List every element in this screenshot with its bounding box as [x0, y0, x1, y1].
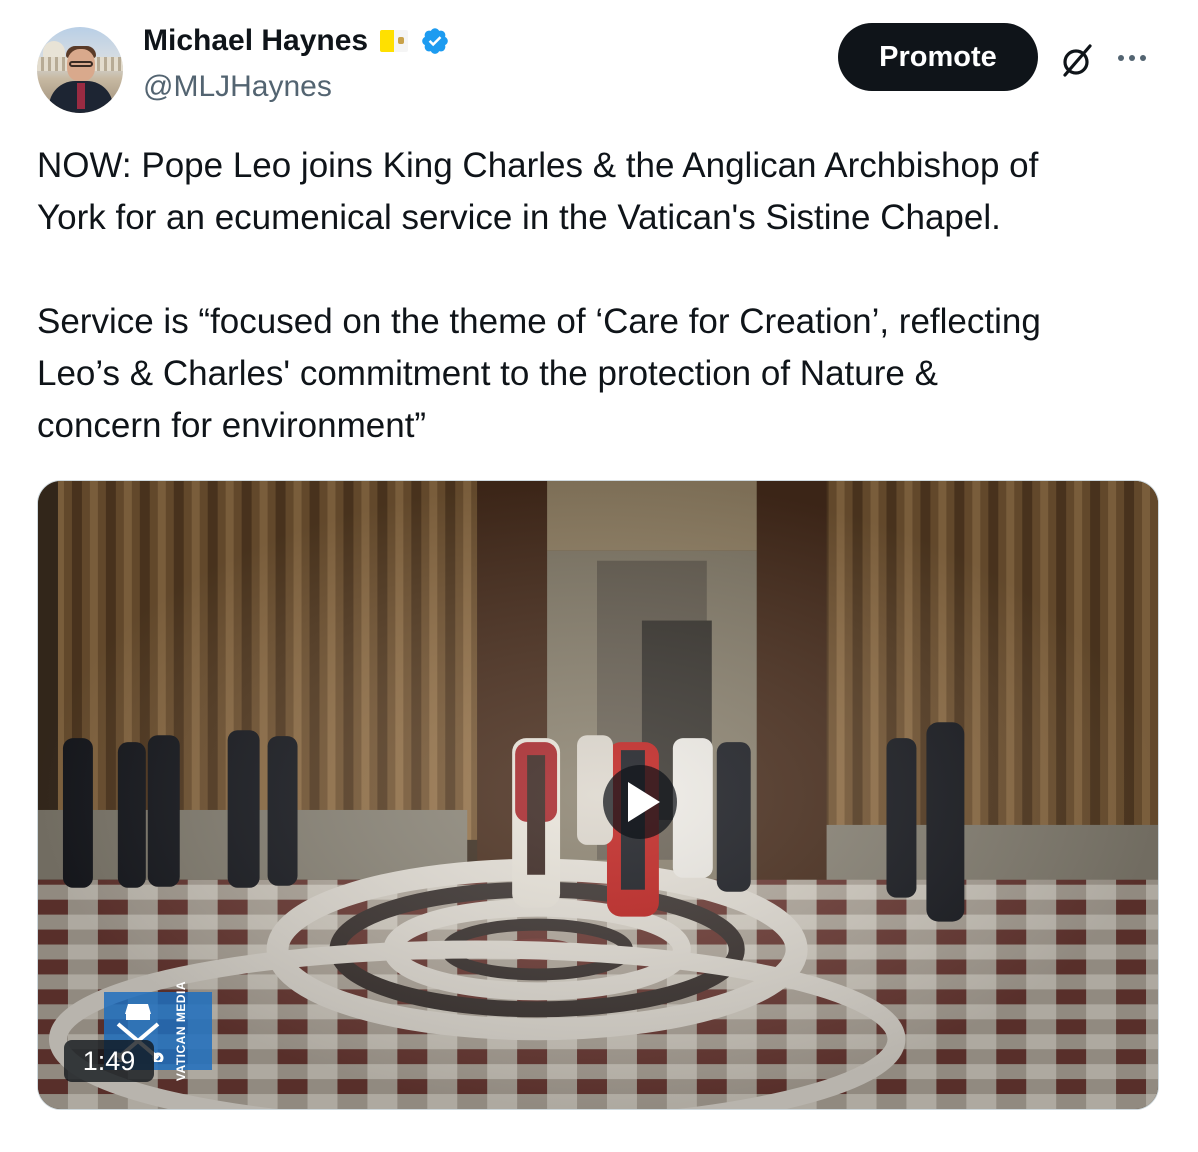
video-duration-badge: 1:49 — [64, 1040, 154, 1082]
tweet-line: Leo’s & Charles' commitment to the prote… — [37, 354, 938, 393]
tweet-line: Service is “focused on the theme of ‘Car… — [37, 302, 1041, 341]
tweet-text: NOW: Pope Leo joins King Charles & the A… — [37, 140, 1177, 452]
avatar-tie — [77, 83, 85, 109]
tweet-line: NOW: Pope Leo joins King Charles & the A… — [37, 146, 1039, 185]
slashed-circle-icon[interactable] — [1057, 40, 1097, 80]
verified-badge-icon[interactable] — [420, 26, 450, 56]
video-player[interactable]: VATICAN MEDIA 1:49 — [37, 480, 1159, 1110]
vatican-media-label: VATICAN MEDIA — [174, 980, 188, 1082]
avatar-dome — [43, 41, 65, 57]
avatar-glasses — [69, 61, 93, 67]
tweet-line: York for an ecumenical service in the Va… — [37, 198, 1001, 237]
author-name-row[interactable]: Michael Haynes — [143, 24, 450, 58]
play-button[interactable] — [603, 765, 677, 839]
more-horizontal-icon[interactable] — [1118, 48, 1158, 68]
author-name[interactable]: Michael Haynes — [143, 24, 368, 58]
promote-button[interactable]: Promote — [838, 23, 1038, 91]
tweet-line: concern for environment” — [37, 406, 427, 445]
play-icon — [628, 782, 660, 822]
author-avatar[interactable] — [37, 27, 123, 113]
author-handle[interactable]: @MLJHaynes — [143, 70, 332, 104]
vatican-flag-icon — [380, 30, 409, 52]
